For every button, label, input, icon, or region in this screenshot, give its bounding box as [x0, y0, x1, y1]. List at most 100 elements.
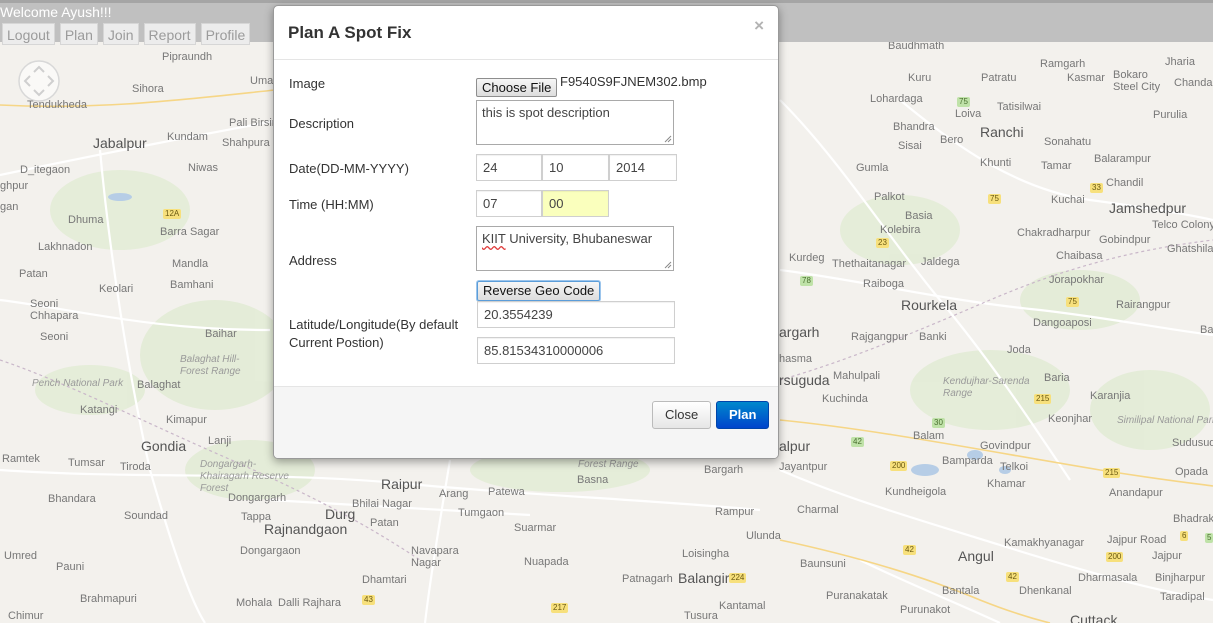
road-shield: 75 [988, 194, 1001, 204]
time-minutes-input[interactable]: 00 [542, 190, 609, 217]
map-label: Katangi [80, 404, 118, 416]
map-label: Patratu [981, 72, 1017, 84]
map-label: D_itegaon [20, 164, 71, 176]
date-day-input[interactable]: 24 [476, 154, 542, 181]
latitude-input[interactable]: 20.3554239 [477, 301, 675, 328]
address-label: Address [289, 253, 337, 268]
map-label: Dharmasala [1078, 572, 1138, 584]
map-label: Arang [439, 488, 469, 500]
map-label: Sisai [898, 140, 922, 152]
road-shield: 75 [957, 97, 970, 107]
map-label: Charmal [797, 504, 839, 516]
map-label: Seoni Chhapara [30, 298, 79, 322]
map-label: Loiva [955, 108, 982, 120]
close-button[interactable]: Close [652, 401, 712, 429]
map-label: Keonjhar [1048, 413, 1093, 425]
address-textarea[interactable]: KIIT University, Bhubaneswar [476, 226, 674, 271]
map-label: Kundam [167, 131, 208, 143]
map-pan-control[interactable] [17, 59, 61, 103]
dialog-close-icon[interactable]: × [754, 16, 764, 36]
map-label: Bokaro Steel City [1113, 69, 1161, 93]
nav-logout-button[interactable]: Logout [2, 23, 55, 45]
map-label: Mohala [236, 597, 273, 609]
map-label: Sonahatu [1044, 136, 1092, 148]
map-label: Lohardaga [870, 93, 923, 105]
description-textarea[interactable]: this is spot description [476, 100, 674, 145]
dialog-header: Plan A Spot Fix × [274, 6, 778, 60]
map-label: Jayantpur [779, 461, 828, 473]
map-label: alpur [779, 438, 811, 454]
date-label: Date(DD-MM-YYYY) [289, 161, 409, 176]
map-label: Govindpur [980, 440, 1031, 452]
map-label: Patan [19, 268, 48, 280]
resize-grip-icon[interactable] [664, 135, 672, 143]
map-label: Banki [919, 331, 947, 343]
map-label: Palkot [874, 191, 905, 203]
longitude-input[interactable]: 85.81534310000006 [477, 337, 675, 364]
map-label: Chandar [1174, 77, 1213, 89]
map-label: Jharia [1165, 56, 1195, 68]
map-label: Kamakhyanagar [1004, 537, 1085, 549]
map-label: Taradipal [1160, 591, 1205, 603]
map-label: Dangoaposi [1033, 317, 1092, 329]
map-label: Raipur [381, 476, 423, 492]
image-label: Image [289, 76, 326, 91]
map-label: Balaghat Hill-Forest Range [180, 354, 241, 377]
map-label: Bhandara [48, 493, 96, 505]
map-label: Telkoi [1000, 461, 1029, 473]
map-label: rsuguda [779, 372, 830, 388]
map-label: Nuapada [524, 556, 569, 568]
map-label: Dongargaon [240, 545, 301, 557]
map-label: Jajpur Road [1107, 534, 1167, 546]
road-shield: 42 [1006, 572, 1019, 582]
nav-plan-button[interactable]: Plan [59, 23, 98, 45]
road-shield: 200 [1106, 552, 1124, 562]
road-shield: 6 [1180, 531, 1189, 541]
map-label: Puranakatak [826, 590, 888, 602]
nav-report-button[interactable]: Report [143, 23, 196, 45]
map-label: Kuru [908, 72, 932, 84]
map-label: Anandapur [1109, 487, 1163, 499]
time-hours-input[interactable]: 07 [476, 190, 542, 217]
map-label: Kundheigola [885, 486, 947, 498]
selected-file-name: F9540S9FJNEM302.bmp [560, 74, 707, 89]
map-label: Baihar [205, 328, 237, 340]
map-label: Sudusud [1172, 437, 1213, 449]
map-label: Soundad [124, 510, 169, 522]
choose-file-button[interactable]: Choose File [476, 78, 558, 97]
date-month-input[interactable]: 10 [542, 154, 609, 181]
map-label: Khunti [980, 157, 1012, 169]
dialog-footer: Close Plan [274, 386, 778, 458]
map-label: Kuchinda [822, 393, 868, 405]
nav-profile-button[interactable]: Profile [200, 23, 251, 45]
latlng-label-line1: Latitude/Longitude(By default [289, 317, 459, 332]
map-label: Loisingha [682, 548, 730, 560]
date-year-input[interactable]: 2014 [609, 154, 677, 181]
map-label: Bero [940, 134, 964, 146]
dialog-title: Plan A Spot Fix [288, 23, 412, 42]
resize-grip-icon[interactable] [664, 261, 672, 269]
map-label: Tatisilwai [997, 101, 1042, 113]
map-label: Cuttack [1070, 612, 1118, 623]
map-label: Bhandra [893, 121, 935, 133]
map-label: Dalli Rajhara [278, 597, 341, 609]
map-label: Dhamtari [362, 574, 407, 586]
road-shield: 75 [1066, 297, 1079, 307]
plan-button[interactable]: Plan [716, 401, 770, 429]
map-label: Gondia [141, 438, 187, 454]
latlng-label-line2: Current Postion) [289, 335, 384, 350]
reverse-geocode-button[interactable]: Reverse Geo Code [477, 281, 601, 301]
map-label: Thethaitanagar [832, 258, 906, 270]
map-label: Gobindpur [1099, 234, 1151, 246]
map-label: Karanjia [1090, 390, 1131, 402]
map-label: ghpur [0, 180, 29, 192]
plan-spot-fix-dialog: Plan A Spot Fix × Image Choose File F954… [273, 5, 779, 459]
road-shield: 23 [876, 238, 889, 248]
nav-join-button[interactable]: Join [102, 23, 139, 45]
map-label: Jabalpur [93, 135, 147, 151]
map-label: Bhadrak [1173, 513, 1213, 525]
map-label: Ghatshila [1167, 243, 1213, 255]
map-label: Tusura [684, 610, 718, 622]
map-label: Dhuma [68, 214, 104, 226]
map-label: Jamshedpur [1109, 200, 1187, 216]
